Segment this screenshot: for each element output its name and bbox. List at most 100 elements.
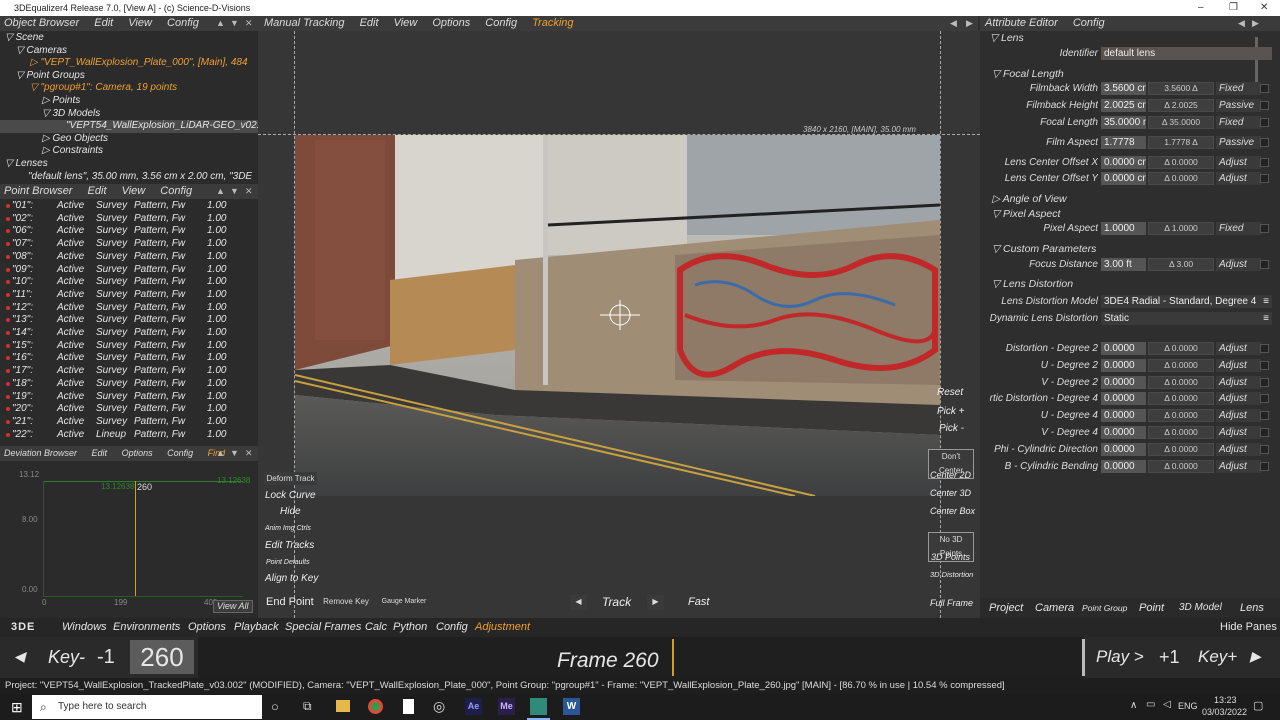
tab-project[interactable]: Project [989, 598, 1023, 618]
maximize-button[interactable]: ❐ [1229, 0, 1238, 16]
focal-param-2-value-field[interactable]: 35.0000 n [1101, 116, 1146, 129]
volume-icon[interactable]: ◁ [1163, 699, 1171, 710]
identifier-field[interactable]: default lens [1101, 47, 1272, 60]
focal-param-5-value-field[interactable]: 0.0000 cn [1101, 172, 1146, 185]
pane-left-icon[interactable]: ◀ [950, 16, 957, 31]
distortion-param-6-slider[interactable]: Δ 0.0000 [1148, 442, 1214, 456]
deform-track-button[interactable]: Deform Track [264, 472, 317, 485]
3d-distortion-button[interactable]: 3D Distortion [930, 568, 973, 582]
distortion-param-2-value-field[interactable]: 0.0000 [1101, 375, 1146, 389]
point-browser-view-menu[interactable]: View [122, 185, 146, 197]
plate-image[interactable] [295, 135, 940, 496]
app-icon[interactable] [530, 698, 547, 715]
distortion-param-0-toggle[interactable] [1260, 344, 1269, 353]
track-forward-button[interactable]: ▶ [647, 595, 664, 610]
focus-distance-value-field[interactable]: 3.00 ft [1101, 258, 1146, 271]
focal-param-2-toggle[interactable] [1260, 118, 1269, 127]
point-row[interactable]: "14": Active Survey Pattern, Fw 1.00 [0, 327, 258, 340]
focal-param-5-mode-select[interactable]: Adjust [1216, 172, 1261, 185]
pane-down-icon[interactable]: ▼ [230, 184, 239, 199]
chrome-icon[interactable] [368, 699, 383, 714]
point-row[interactable]: "01": Active Survey Pattern, Fw 1.00 [0, 200, 258, 213]
pane-down-icon[interactable]: ▼ [230, 446, 239, 461]
distortion-param-2-mode-select[interactable]: Adjust [1216, 375, 1261, 389]
tree-lidar-model[interactable]: "VEPT54_WallExplosion_LiDAR-GEO_v02. [0, 120, 258, 133]
gauge-marker-button[interactable]: Gauge Marker [378, 595, 430, 609]
distortion-param-3-slider[interactable]: Δ 0.0000 [1148, 392, 1214, 406]
full-frame-button[interactable]: Full Frame [930, 596, 973, 610]
close-button[interactable]: ✕ [1260, 0, 1268, 16]
pane-close-icon[interactable]: ✕ [245, 446, 253, 461]
distortion-param-3-toggle[interactable] [1260, 394, 1269, 404]
focal-param-3-slider[interactable]: 1.7778 Δ [1148, 136, 1214, 149]
tree-point-groups[interactable]: ▽ Point Groups [0, 70, 258, 83]
pane-right-icon[interactable]: ▶ [1252, 16, 1259, 31]
focal-param-0-toggle[interactable] [1260, 84, 1269, 93]
distortion-param-7-mode-select[interactable]: Adjust [1216, 459, 1261, 473]
windows-start-icon[interactable]: ⊞ [11, 699, 23, 716]
pane-up-icon[interactable]: ▲ [216, 446, 225, 461]
focus-distance-mode-select[interactable]: Adjust [1216, 258, 1261, 271]
focal-param-0-value-field[interactable]: 3.5600 cn [1101, 82, 1146, 95]
pixel-aspect-section[interactable]: ▽ Pixel Aspect [992, 208, 1060, 220]
distortion-param-7-value-field[interactable]: 0.0000 [1101, 459, 1146, 473]
point-row[interactable]: "21": Active Survey Pattern, Fw 1.00 [0, 416, 258, 429]
tree-lens-item[interactable]: "default lens", 35.00 mm, 3.56 cm x 2.00… [0, 171, 258, 184]
focal-param-1-value-field[interactable]: 2.0025 cn [1101, 99, 1146, 112]
tracking-mode-menu[interactable]: Tracking [532, 17, 573, 29]
minimize-button[interactable]: – [1198, 0, 1204, 16]
point-row[interactable]: "16": Active Survey Pattern, Fw 1.00 [0, 352, 258, 365]
menu-config[interactable]: Config [436, 618, 468, 637]
tracking-edit-menu[interactable]: Edit [360, 17, 379, 29]
distortion-param-2-slider[interactable]: Δ 0.0000 [1148, 375, 1214, 389]
network-icon[interactable]: ▭ [1146, 699, 1155, 710]
key-next-button[interactable]: Key+ [1198, 647, 1237, 667]
tree-geo-objects[interactable]: ▷ Geo Objects [0, 133, 258, 146]
point-row[interactable]: "06": Active Survey Pattern, Fw 1.00 [0, 225, 258, 238]
plus-one-button[interactable]: +1 [1159, 647, 1180, 668]
point-row[interactable]: "08": Active Survey Pattern, Fw 1.00 [0, 251, 258, 264]
distortion-model-select[interactable]: 3DE4 Radial - Standard, Degree 4 ≡ [1101, 295, 1272, 308]
point-row[interactable]: "18": Active Survey Pattern, Fw 1.00 [0, 378, 258, 391]
pick-minus-button[interactable]: Pick - [939, 422, 964, 436]
view-all-button[interactable]: View All [213, 600, 253, 613]
object-browser-view-menu[interactable]: View [128, 17, 152, 29]
media-encoder-icon[interactable]: Me [498, 698, 515, 715]
pane-up-icon[interactable]: ▲ [216, 16, 225, 31]
tab-lens[interactable]: Lens [1240, 598, 1264, 618]
focal-param-4-mode-select[interactable]: Adjust [1216, 156, 1261, 169]
pane-left-icon[interactable]: ◀ [1238, 16, 1245, 31]
focal-param-3-value-field[interactable]: 1.7778 [1101, 136, 1146, 149]
notification-icon[interactable]: ▢ [1253, 699, 1263, 712]
custom-parameters-section[interactable]: ▽ Custom Parameters [992, 243, 1096, 255]
timeline-cursor[interactable] [672, 639, 674, 676]
tab-camera[interactable]: Camera [1035, 598, 1074, 618]
focal-param-4-toggle[interactable] [1260, 158, 1269, 167]
file-explorer-icon[interactable] [336, 700, 350, 712]
focal-param-1-slider[interactable]: Δ 2.0025 [1148, 99, 1214, 112]
end-point-button[interactable]: End Point [266, 595, 314, 609]
point-row[interactable]: "07": Active Survey Pattern, Fw 1.00 [0, 238, 258, 251]
pixel-aspect-mode-select[interactable]: Fixed [1216, 222, 1261, 235]
tracking-view-menu[interactable]: View [394, 17, 418, 29]
focal-param-1-toggle[interactable] [1260, 101, 1269, 110]
tree-3d-models[interactable]: ▽ 3D Models [0, 108, 258, 121]
lock-curve-button[interactable]: Lock Curve [265, 489, 316, 503]
menu-playback[interactable]: Playback [234, 618, 279, 637]
point-row[interactable]: "20": Active Survey Pattern, Fw 1.00 [0, 403, 258, 416]
pane-right-icon[interactable]: ▶ [966, 16, 973, 31]
hide-panes-button[interactable]: Hide Panes [1220, 618, 1277, 637]
3de-app-icon[interactable]: ◎ [433, 698, 445, 715]
focal-param-1-mode-select[interactable]: Passive [1216, 99, 1261, 112]
menu-python[interactable]: Python [393, 618, 427, 637]
point-defaults-button[interactable]: Point Defaults [266, 556, 310, 570]
focal-param-0-mode-select[interactable]: Fixed [1216, 82, 1261, 95]
point-row[interactable]: "09": Active Survey Pattern, Fw 1.00 [0, 264, 258, 277]
menu-adjustment[interactable]: Adjustment [475, 618, 530, 637]
distortion-param-6-mode-select[interactable]: Adjust [1216, 442, 1261, 456]
word-icon[interactable]: W [563, 698, 580, 715]
anim-img-ctrls-button[interactable]: Anim Img Ctrls [265, 522, 311, 536]
distortion-param-3-value-field[interactable]: 0.0000 [1101, 392, 1146, 406]
distortion-param-1-mode-select[interactable]: Adjust [1216, 358, 1261, 372]
distortion-param-0-mode-select[interactable]: Adjust [1216, 342, 1261, 355]
